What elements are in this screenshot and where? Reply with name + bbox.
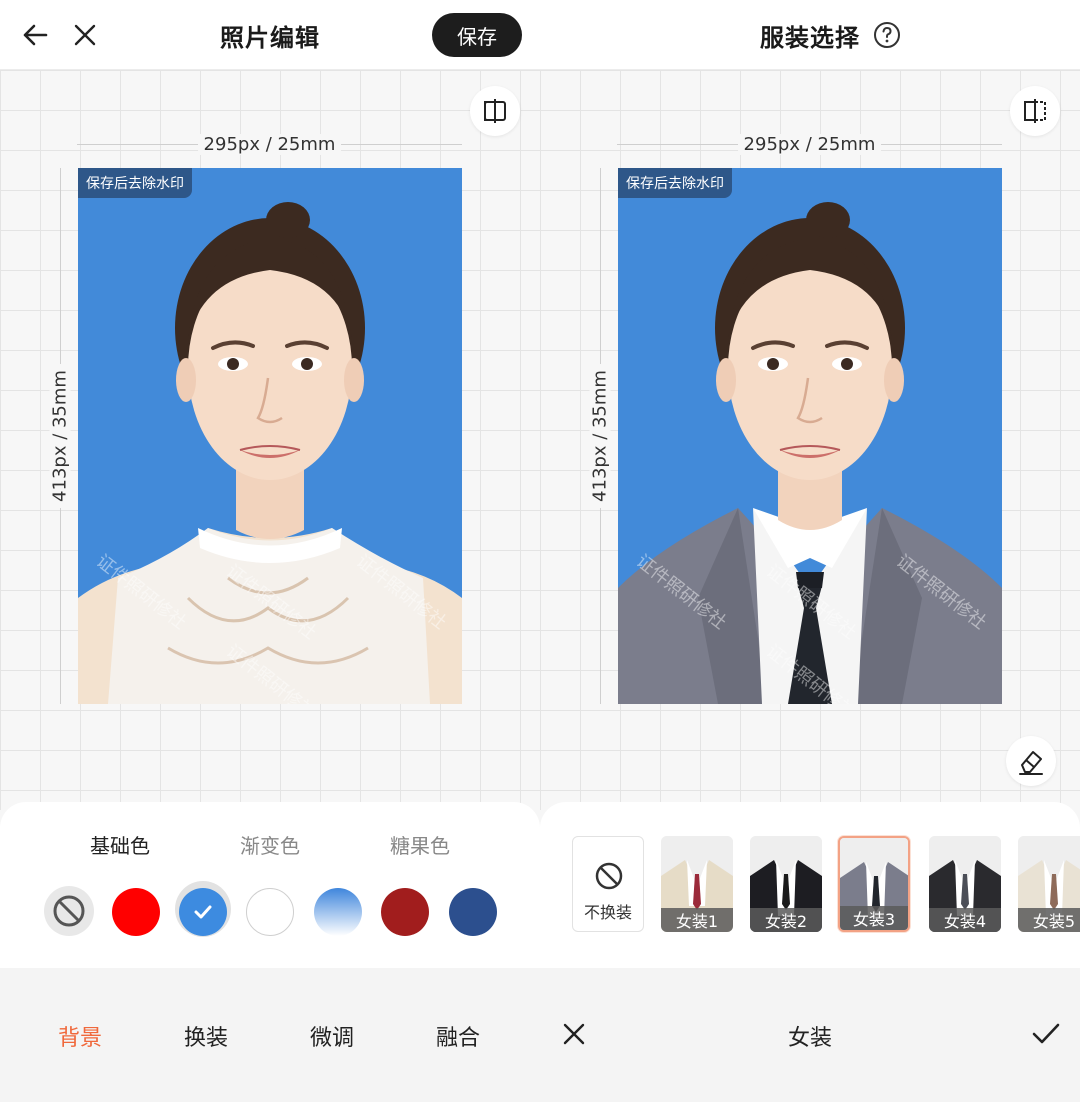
swatch-navy[interactable] — [449, 888, 497, 936]
watermark-tag: 保存后去除水印 — [78, 168, 192, 198]
tab-change-outfit[interactable]: 换装 — [184, 1020, 228, 1052]
top-bar: 服装选择 — [540, 0, 1080, 70]
save-button[interactable]: 保存 — [432, 13, 522, 57]
bottom-tab-bar: 背景 换装 微调 融合 — [0, 968, 540, 1102]
close-icon[interactable] — [64, 14, 106, 56]
page-title: 服装选择 — [760, 24, 860, 52]
swatch-white[interactable] — [246, 888, 294, 936]
tab-blend[interactable]: 融合 — [436, 1020, 480, 1052]
outfit-women-3[interactable]: 女装3 — [838, 836, 910, 932]
confirm-check-icon[interactable] — [1028, 1018, 1064, 1050]
width-dimension: 295px / 25mm — [77, 134, 462, 155]
no-outfit-label: 不换装 — [583, 903, 632, 922]
no-color-icon[interactable] — [44, 886, 94, 936]
outfit-women-4[interactable]: 女装4 — [929, 836, 1001, 932]
back-arrow-icon[interactable] — [14, 14, 56, 56]
tab-gradient-color[interactable]: 渐变色 — [240, 830, 300, 859]
photo-canvas: 295px / 25mm 413px / 35mm 保存后去除水印 证件照研修社… — [0, 70, 540, 810]
background-color-sheet: 基础色 渐变色 糖果色 — [0, 802, 540, 968]
outfit-women-5[interactable]: 女装5 — [1018, 836, 1080, 932]
no-outfit-icon — [594, 861, 624, 895]
photo-edit-panel: 照片编辑 保存 295px / 25mm 413px / 35mm 保存后去除水… — [0, 0, 540, 1102]
page-title: 照片编辑 — [220, 24, 320, 52]
top-bar: 照片编辑 保存 — [0, 0, 540, 70]
swatch-blue-selected[interactable] — [179, 888, 227, 936]
outfit-sheet: 不换装 女装1 女装2 女装3 女装4 女装5 — [540, 802, 1080, 968]
swatch-red[interactable] — [112, 888, 160, 936]
eraser-icon[interactable] — [1006, 736, 1056, 786]
height-dimension: 413px / 35mm — [589, 168, 611, 704]
compare-icon[interactable] — [470, 86, 520, 136]
help-icon[interactable] — [872, 20, 902, 50]
tab-basic-color[interactable]: 基础色 — [90, 830, 150, 859]
width-dimension: 295px / 25mm — [617, 134, 1002, 155]
outfit-select-panel: 服装选择 295px / 25mm 413px / 35mm 保存后去除水印 证… — [540, 0, 1080, 1102]
outfit-women-1[interactable]: 女装1 — [661, 836, 733, 932]
id-photo-with-suit: 保存后去除水印 证件照研修社 证件照研修社 证件照研修社 证件照研修社 — [618, 168, 1002, 704]
compare-icon[interactable] — [1010, 86, 1060, 136]
outfit-category-label: 女装 — [787, 1026, 832, 1051]
height-dimension: 413px / 35mm — [49, 168, 71, 704]
tab-background[interactable]: 背景 — [58, 1020, 102, 1052]
watermark-tag: 保存后去除水印 — [618, 168, 732, 198]
outfit-women-2[interactable]: 女装2 — [750, 836, 822, 932]
id-photo-original: 保存后去除水印 证件照研修社 证件照研修社 证件照研修社 证件照研修社 — [78, 168, 462, 704]
swatch-dark-red[interactable] — [381, 888, 429, 936]
tab-candy-color[interactable]: 糖果色 — [390, 830, 450, 859]
swatch-blue-gradient[interactable] — [314, 888, 362, 936]
no-outfit-option[interactable]: 不换装 — [572, 836, 644, 932]
photo-canvas: 295px / 25mm 413px / 35mm 保存后去除水印 证件照研修社… — [540, 70, 1080, 810]
outfit-footer: 女装 — [540, 968, 1080, 1102]
tab-fine-tune[interactable]: 微调 — [310, 1020, 354, 1052]
